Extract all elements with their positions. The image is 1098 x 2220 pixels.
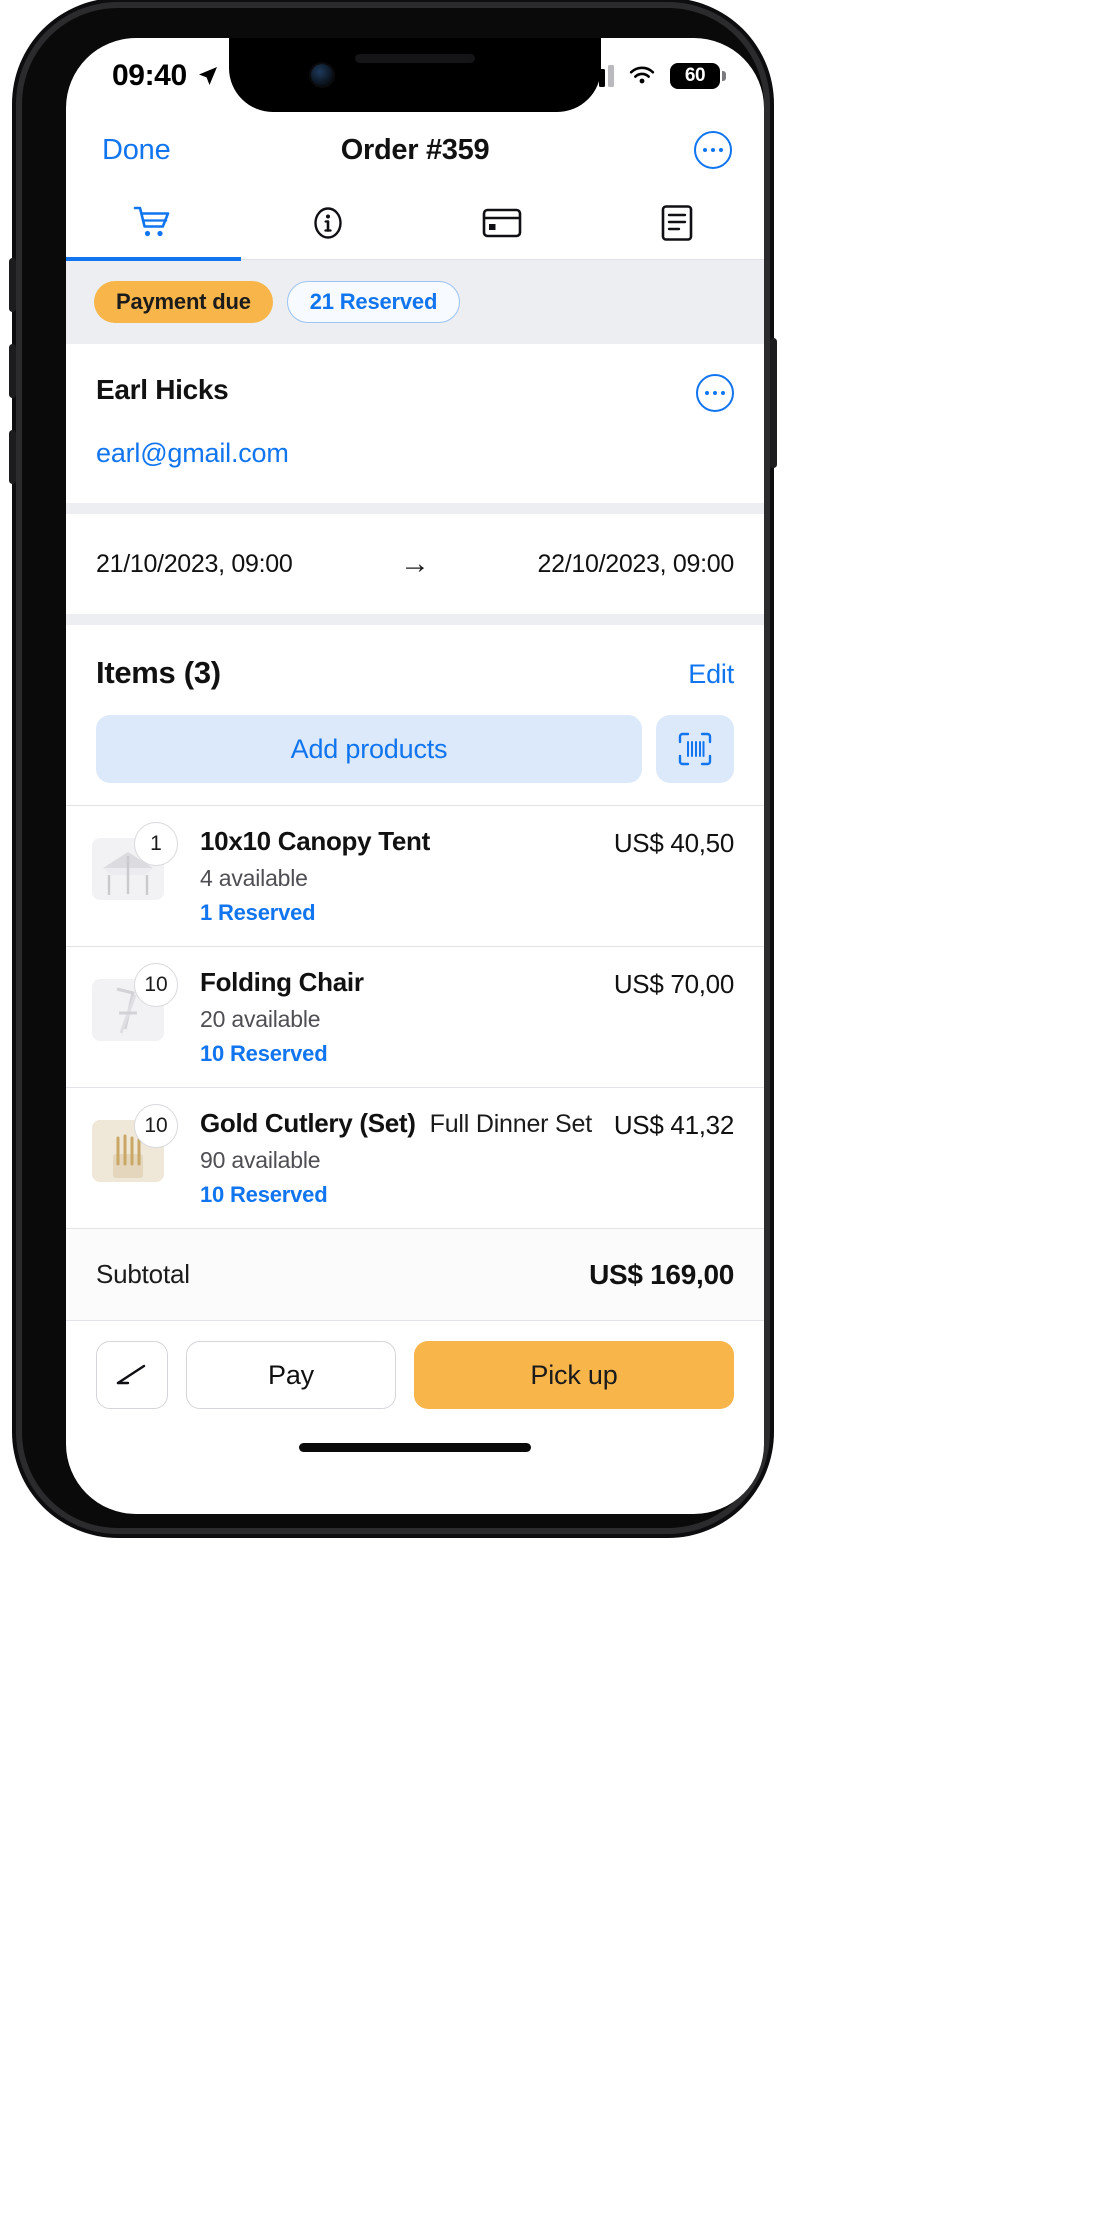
items-header: Items (3) Edit xyxy=(66,625,764,701)
navigation-bar: Done Order #359 xyxy=(66,114,764,186)
item-price: US$ 41,32 xyxy=(613,1110,734,1140)
item-quantity-badge: 1 xyxy=(134,822,178,866)
more-options-icon[interactable] xyxy=(694,131,732,169)
item-title-row: Folding Chair xyxy=(200,967,600,998)
item-row[interactable]: 10 Folding Chair 20 available 10 Reserve… xyxy=(66,946,764,1087)
item-name: 10x10 Canopy Tent xyxy=(200,826,430,856)
edit-items-button[interactable]: Edit xyxy=(688,659,734,690)
subtotal-label: Subtotal xyxy=(96,1259,190,1289)
item-name: Folding Chair xyxy=(200,967,364,997)
status-bar-time-group: 09:40 xyxy=(112,59,220,93)
subtotal-value: US$ 169,00 xyxy=(589,1258,734,1290)
screenshot-canvas: 09:40 60 Done Order #359 Payment due 21 … xyxy=(0,0,1098,2220)
arrow-right-icon: → xyxy=(400,547,430,580)
item-thumbnail-wrap: 10 xyxy=(92,963,178,1041)
section-divider xyxy=(66,503,764,514)
items-title: Items (3) xyxy=(96,655,221,690)
tab-info[interactable] xyxy=(241,186,416,259)
item-details: 10x10 Canopy Tent 4 available 1 Reserved xyxy=(178,826,600,926)
tab-bar xyxy=(66,186,765,261)
customer-more-options-icon[interactable] xyxy=(696,374,734,412)
item-name: Gold Cutlery (Set) xyxy=(200,1108,416,1138)
customer-email[interactable]: earl@gmail.com xyxy=(96,438,734,469)
add-products-button[interactable]: Add products xyxy=(96,715,642,783)
page-title: Order #359 xyxy=(340,133,490,166)
item-thumbnail-wrap: 1 xyxy=(92,822,178,900)
rental-period-row[interactable]: 21/10/2023, 09:00 → 22/10/2023, 09:00 xyxy=(66,514,764,614)
item-thumbnail-wrap: 10 xyxy=(92,1104,178,1182)
item-reserved-count: 10 Reserved xyxy=(200,1041,328,1066)
battery-level-label: 60 xyxy=(684,65,706,86)
rental-start-date: 21/10/2023, 09:00 xyxy=(96,549,293,578)
item-reserved-count: 1 Reserved xyxy=(200,900,316,925)
pick-up-button[interactable]: Pick up xyxy=(414,1341,734,1409)
front-camera-icon xyxy=(311,64,333,86)
customer-section: Earl Hicks earl@gmail.com xyxy=(66,344,764,503)
credit-card-icon xyxy=(482,208,522,237)
add-products-row: Add products xyxy=(66,701,764,805)
item-title-row: 10x10 Canopy Tent xyxy=(200,826,600,857)
signature-pen-icon xyxy=(116,1364,146,1385)
item-quantity-badge: 10 xyxy=(134,963,178,1007)
item-details: Gold Cutlery (Set) Full Dinner Set 90 av… xyxy=(178,1108,600,1208)
item-availability: 4 available xyxy=(200,865,308,891)
rental-end-date: 22/10/2023, 09:00 xyxy=(537,549,735,578)
tab-documents[interactable] xyxy=(590,186,765,259)
item-reserved-count: 10 Reserved xyxy=(200,1182,328,1207)
item-price: US$ 40,50 xyxy=(613,828,734,858)
item-variant: Full Dinner Set xyxy=(429,1110,593,1138)
subtotal-row: Subtotal US$ 169,00 xyxy=(66,1228,764,1320)
item-title-row: Gold Cutlery (Set) Full Dinner Set xyxy=(200,1108,600,1139)
device-notch xyxy=(229,38,601,112)
document-icon xyxy=(661,204,693,241)
action-bar: Pay Pick up xyxy=(66,1320,764,1425)
item-quantity-badge: 10 xyxy=(134,1104,178,1148)
section-divider xyxy=(66,614,764,625)
items-section: Items (3) Edit Add products 1 10x10 Cano… xyxy=(66,625,764,1228)
tab-cart[interactable] xyxy=(66,186,241,261)
earpiece-speaker xyxy=(355,54,475,63)
status-pills-row: Payment due 21 Reserved xyxy=(66,260,764,344)
info-circle-icon xyxy=(314,206,342,239)
location-arrow-icon xyxy=(198,67,217,85)
pay-button[interactable]: Pay xyxy=(186,1341,396,1409)
status-badge-reserved[interactable]: 21 Reserved xyxy=(286,281,461,323)
wifi-icon xyxy=(629,66,655,84)
status-bar-time: 09:40 xyxy=(112,59,187,92)
done-button[interactable]: Done xyxy=(102,134,171,167)
item-details: Folding Chair 20 available 10 Reserved xyxy=(178,967,600,1067)
item-availability: 20 available xyxy=(200,1006,321,1032)
customer-header: Earl Hicks xyxy=(96,374,734,412)
item-price: US$ 70,00 xyxy=(613,969,734,999)
status-bar: 09:40 60 xyxy=(66,38,764,114)
battery-icon: 60 xyxy=(670,63,726,89)
item-availability: 90 available xyxy=(200,1147,321,1173)
item-row[interactable]: 1 10x10 Canopy Tent 4 available 1 Reserv… xyxy=(66,805,764,946)
phone-frame: 09:40 60 Done Order #359 Payment due 21 … xyxy=(9,8,777,1528)
tab-payment[interactable] xyxy=(415,186,590,259)
barcode-scan-icon xyxy=(678,732,712,766)
home-indicator xyxy=(299,1443,531,1452)
cart-icon xyxy=(133,206,170,236)
signature-button[interactable] xyxy=(96,1341,168,1409)
status-badge-payment-due[interactable]: Payment due xyxy=(94,281,273,323)
phone-screen: 09:40 60 Done Order #359 Payment due 21 … xyxy=(66,38,764,1514)
customer-name: Earl Hicks xyxy=(96,374,229,405)
barcode-scan-button[interactable] xyxy=(656,715,734,783)
item-row[interactable]: 10 Gold Cutlery (Set) Full Dinner Set 90… xyxy=(66,1087,764,1228)
